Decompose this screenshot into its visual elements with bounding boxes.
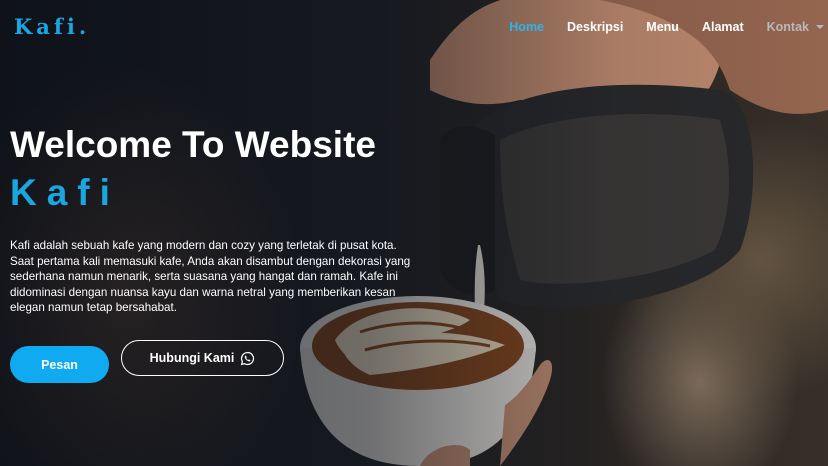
nav-dropdown-kontak[interactable]: Kontak xyxy=(767,20,824,34)
background-overlay xyxy=(0,0,828,466)
whatsapp-icon xyxy=(241,351,255,365)
nav-item-home[interactable]: Home xyxy=(509,20,544,34)
site-logo[interactable]: Kafi. xyxy=(14,14,90,39)
caret-down-icon xyxy=(816,25,824,29)
contact-button-label: Hubungi Kami xyxy=(149,351,235,365)
nav-item-menu[interactable]: Menu xyxy=(646,20,679,34)
nav-dropdown-label: Kontak xyxy=(766,20,809,34)
main-navigation: Home Deskripsi Menu Alamat Kontak xyxy=(509,20,828,34)
hero-section: Kafi. Home Deskripsi Menu Alamat Kontak … xyxy=(0,0,828,466)
contact-button[interactable]: Hubungi Kami xyxy=(121,340,284,376)
nav-item-deskripsi[interactable]: Deskripsi xyxy=(567,20,623,34)
hero-description: Kafi adalah sebuah kafe yang modern dan … xyxy=(10,239,411,314)
order-button[interactable]: Pesan xyxy=(10,346,109,383)
hero-title-brand: Kafi xyxy=(10,172,120,213)
nav-item-alamat[interactable]: Alamat xyxy=(702,20,744,34)
hero-title: Welcome To Website xyxy=(10,124,376,165)
order-button-label: Pesan xyxy=(41,357,78,372)
